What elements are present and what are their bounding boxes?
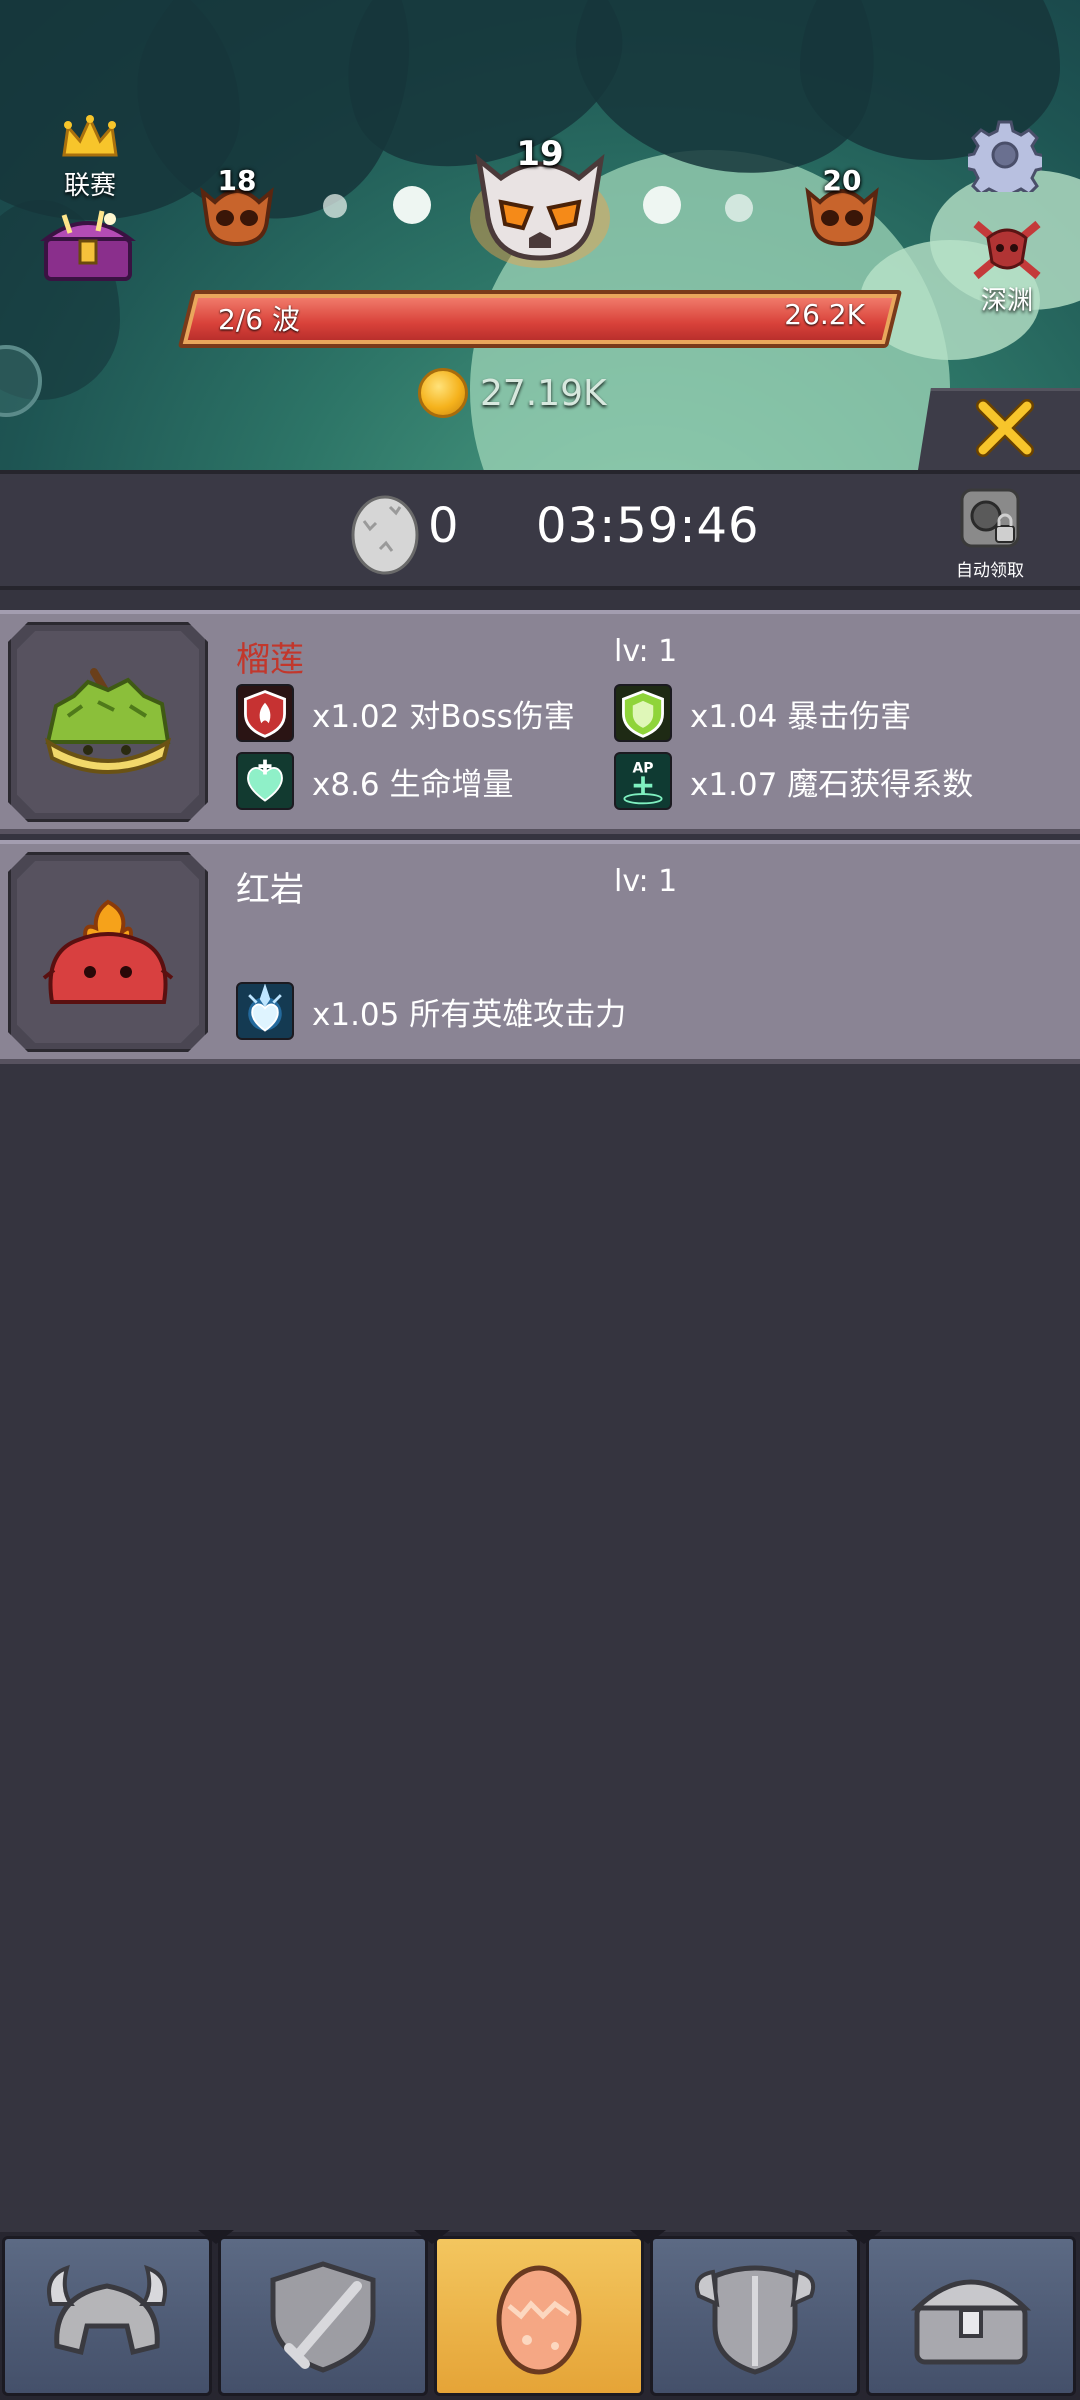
pet-stat-text: x1.02 对Boss伤害 — [312, 698, 575, 735]
auto-claim-label: 自动领取 — [956, 561, 1024, 581]
pet-stat: x1.04 暴击伤害 — [614, 684, 911, 742]
hatch-timer: 03:59:46 — [536, 498, 760, 554]
abyss-button[interactable]: 深渊 — [968, 218, 1046, 317]
gold-coin-icon — [418, 368, 468, 418]
pet-stat-text: x1.07 魔石获得系数 — [690, 766, 974, 803]
stage-prev-number: 18 — [217, 164, 257, 197]
league-label: 联赛 — [63, 171, 116, 201]
egg-icon — [496, 2265, 582, 2375]
treasure-chest-icon — [910, 2279, 1032, 2365]
auto-claim-button[interactable]: 自动领取 — [948, 486, 1032, 581]
pet-name: 榴莲 — [236, 640, 304, 680]
ap-gem-icon: AP — [614, 752, 672, 810]
stage-dot — [643, 186, 681, 224]
stage-current-number: 19 — [516, 134, 564, 174]
league-button[interactable]: 联赛 — [50, 115, 130, 202]
nav-tab-armor[interactable] — [650, 2236, 860, 2396]
pet-stat-text: x8.6 生命增量 — [312, 766, 514, 803]
wave-counter: 2/6 波 — [218, 303, 300, 336]
pet-portrait — [8, 622, 208, 822]
svg-text:AP: AP — [632, 761, 653, 777]
stage-progress-track: 18 19 20 — [195, 134, 895, 268]
egg-icon — [351, 495, 419, 575]
pet-card[interactable]: 红岩 lv: 1 x1.05 所有英雄攻击力 — [0, 840, 1080, 1064]
stage-next-number: 20 — [822, 164, 862, 197]
pet-stat: x1.05 所有英雄攻击力 — [236, 982, 626, 1040]
green-shield-icon — [614, 684, 672, 742]
pet-stat: x1.02 对Boss伤害 — [236, 684, 575, 742]
pet-stat-text: x1.04 暴击伤害 — [690, 698, 912, 735]
armor-icon — [694, 2265, 816, 2375]
fire-shield-icon — [236, 684, 294, 742]
pet-stat-text: x1.05 所有英雄攻击力 — [312, 996, 627, 1033]
shield-sword-icon — [270, 2261, 376, 2373]
stage-dot — [725, 194, 753, 222]
stage-dot — [393, 186, 431, 224]
stage-next-skull[interactable]: 20 — [800, 164, 884, 250]
abyss-label: 深渊 — [980, 286, 1033, 316]
settings-gear-icon[interactable] — [968, 118, 1042, 192]
pet-stat: AP x1.07 魔石获得系数 — [614, 752, 973, 810]
bottom-nav — [0, 2230, 1080, 2400]
red-rock-pet-icon — [42, 899, 174, 1004]
pet-stat: x8.6 生命增量 — [236, 752, 514, 810]
helmet-icon — [47, 2264, 167, 2356]
gold-amount: 27.19K — [480, 372, 607, 414]
nav-tab-heroes[interactable] — [2, 2236, 212, 2396]
stage-dot — [323, 194, 347, 218]
pet-level: lv: 1 — [614, 864, 678, 899]
nav-tab-equipment[interactable] — [218, 2236, 428, 2396]
stage-current-skull[interactable]: 19 — [465, 134, 615, 270]
close-icon[interactable] — [975, 398, 1035, 458]
heart-cross-icon — [236, 752, 294, 810]
hero-attack-icon — [236, 982, 294, 1040]
pet-portrait — [8, 852, 208, 1052]
egg-count: 0 — [428, 498, 459, 554]
locked-gear-icon — [960, 488, 1020, 548]
pet-name: 红岩 — [236, 870, 304, 910]
treasure-chest-button[interactable] — [40, 205, 136, 285]
boss-hp-value: 26.2K — [784, 298, 865, 331]
abyss-crest-icon — [973, 220, 1041, 280]
gold-display: 27.19K — [418, 368, 607, 418]
stage-prev-skull[interactable]: 18 — [195, 164, 279, 250]
pet-card[interactable]: 榴莲 lv: 1 x1.02 对Boss伤害 x1.04 暴击伤害 x8.6 生… — [0, 610, 1080, 834]
nav-tab-pets[interactable] — [434, 2236, 644, 2396]
crown-icon — [62, 115, 118, 157]
durian-pet-icon — [44, 668, 172, 774]
nav-tab-treasure[interactable] — [866, 2236, 1076, 2396]
pet-level: lv: 1 — [614, 634, 678, 669]
